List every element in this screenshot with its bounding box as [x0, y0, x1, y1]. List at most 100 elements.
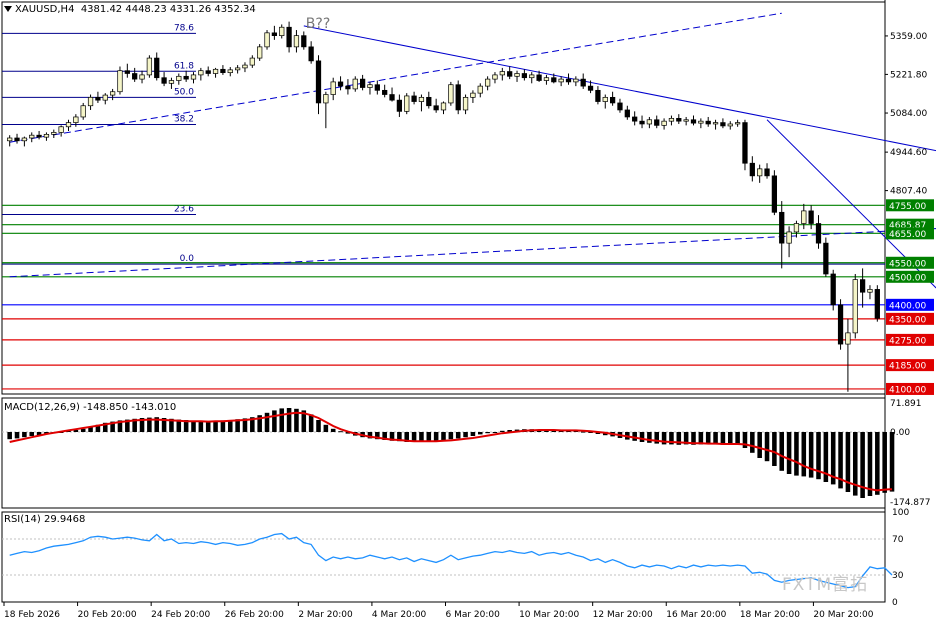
- candle: [830, 269, 836, 311]
- macd-bar: [647, 432, 652, 443]
- symbol-name: XAUUSD,H4: [15, 4, 75, 15]
- candle-body: [146, 57, 153, 76]
- macd-tick-label: 71.891: [890, 399, 922, 409]
- candle-body: [109, 91, 116, 96]
- macd-bar: [735, 432, 740, 445]
- candle-body: [609, 96, 616, 104]
- macd-bar: [441, 432, 446, 441]
- macd-bar: [713, 432, 718, 445]
- macd-bar: [757, 432, 762, 458]
- price-tick-label: 4807.40: [890, 187, 927, 197]
- candle-body: [698, 120, 704, 124]
- candle-body: [308, 46, 314, 62]
- candle-body: [874, 289, 880, 319]
- candle-body: [352, 78, 358, 90]
- candle-body: [315, 60, 322, 104]
- candle-body: [433, 105, 439, 111]
- macd-bar: [720, 432, 726, 445]
- candle: [455, 80, 461, 115]
- candle-body: [301, 35, 307, 48]
- macd-bar: [205, 421, 211, 432]
- candle-body: [587, 85, 594, 91]
- candle-body: [565, 78, 572, 83]
- price-tick-label: 5084.00: [890, 109, 927, 119]
- symbol-header: XAUUSD,H4 4381.42 4448.23 4331.26 4352.3…: [4, 4, 256, 15]
- candle-body: [36, 134, 42, 138]
- rsi-panel-frame: [1, 511, 886, 603]
- candle: [257, 44, 263, 61]
- candle-body: [734, 122, 741, 125]
- candle-body: [815, 223, 822, 244]
- level-tag-label: 4350.00: [889, 315, 926, 325]
- macd-bar: [198, 421, 204, 432]
- level-tag-label: 4400.00: [889, 301, 926, 311]
- fib-label-78.6: 78.6: [174, 23, 194, 33]
- candle-body: [21, 137, 28, 142]
- candle-body: [529, 74, 535, 79]
- macd-bar: [786, 432, 792, 474]
- macd-bar: [470, 432, 476, 436]
- candle-body: [286, 26, 292, 48]
- time-tick-label: 12 Mar 20:00: [593, 610, 653, 620]
- candle-body: [543, 77, 550, 81]
- candle-body: [271, 32, 278, 36]
- price-tick-label: 4944.60: [890, 148, 927, 158]
- candle-body: [58, 126, 64, 133]
- rsi-tick-label: 70: [892, 535, 904, 545]
- candle-body: [124, 70, 130, 74]
- candle-body: [132, 73, 138, 80]
- chart-canvas[interactable]: 78.661.850.038.223.60.0 B?? 5359.005221.…: [0, 0, 936, 624]
- macd-bar: [448, 432, 454, 440]
- time-tick-label: 10 Mar 20:00: [519, 610, 579, 620]
- candle-body: [712, 122, 719, 125]
- price-panel-frame: [1, 1, 886, 395]
- macd-bar: [882, 432, 887, 493]
- macd-bar: [779, 432, 785, 471]
- candle-body: [168, 80, 175, 84]
- candle-body: [683, 119, 689, 122]
- candle-body: [257, 46, 263, 59]
- candle-body: [852, 279, 858, 334]
- macd-bar: [455, 432, 461, 439]
- level-tag-label: 4550.00: [889, 259, 926, 269]
- candle-body: [293, 35, 300, 48]
- candle-body: [43, 133, 50, 138]
- macd-bar: [80, 428, 86, 432]
- macd-bar: [426, 432, 432, 442]
- candle-body: [87, 96, 94, 107]
- candle: [264, 30, 270, 50]
- candle-body: [580, 78, 586, 87]
- macd-bar: [14, 432, 20, 439]
- dropdown-triangle-icon[interactable]: [4, 6, 12, 12]
- macd-tick-label: 0.00: [890, 428, 910, 438]
- candle: [823, 237, 829, 277]
- candle-body: [624, 109, 630, 118]
- candle: [874, 285, 880, 322]
- candle-body: [668, 118, 675, 122]
- time-tick-label: 20 Mar 20:00: [813, 610, 873, 620]
- macd-bar: [477, 432, 483, 435]
- candle-body: [823, 242, 829, 275]
- candle-body: [484, 78, 491, 87]
- candle-body: [73, 116, 79, 123]
- candle-body: [507, 71, 513, 77]
- level-tag-label: 4185.00: [889, 362, 926, 372]
- macd-bar: [808, 432, 814, 478]
- candle-body: [190, 74, 197, 80]
- candle-body: [279, 26, 285, 36]
- time-tick-label: 16 Mar 20:00: [666, 610, 726, 620]
- candle-body: [404, 95, 410, 112]
- macd-bar: [22, 432, 27, 438]
- macd-bar: [279, 408, 285, 432]
- macd-bar: [213, 420, 218, 432]
- candle: [742, 119, 748, 171]
- level-tag-label: 4500.00: [889, 273, 926, 283]
- price-tick-label: 5359.00: [890, 32, 927, 42]
- chart-window[interactable]: 78.6 61.8 50.0 38.2 23.6 0.0 B?? 5359.00 5221.…: [0, 0, 936, 624]
- candle-body: [837, 304, 844, 345]
- candle-body: [477, 85, 483, 94]
- candle-body: [337, 81, 344, 87]
- candle-body: [448, 84, 454, 104]
- macd-bar: [485, 432, 490, 434]
- macd-bar: [492, 432, 498, 433]
